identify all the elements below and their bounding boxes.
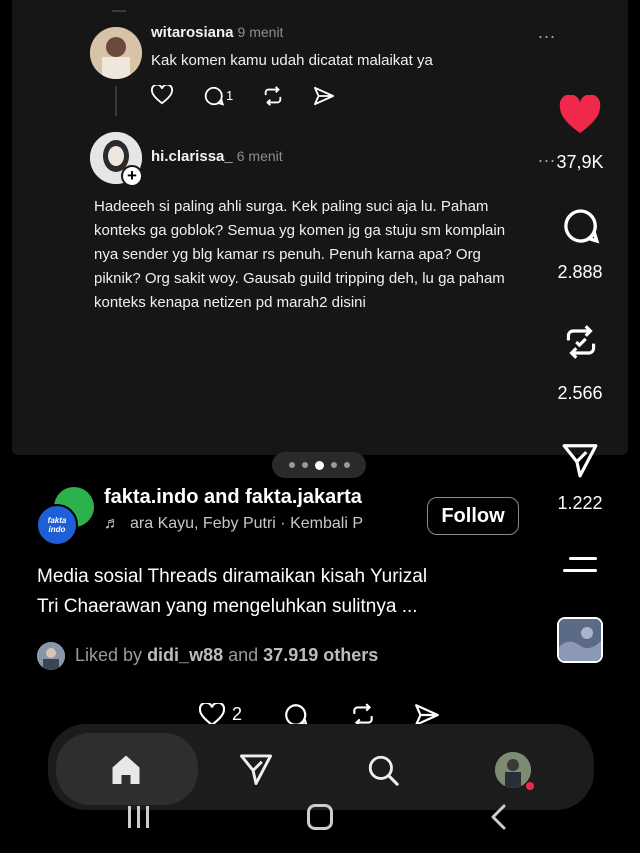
avatar-logo-text: fakta indo [47, 516, 67, 534]
follow-button[interactable]: Follow [427, 497, 519, 535]
post-caption[interactable]: Media sosial Threads diramaikan kisah Yu… [37, 562, 537, 622]
follow-plus-icon[interactable]: + [121, 165, 143, 187]
carousel-dot [301, 462, 308, 468]
liked-by-prefix: Liked by [75, 645, 143, 665]
profile-avatar[interactable] [495, 752, 531, 788]
notification-dot [526, 782, 534, 790]
comment-header: witarosiana 9 menit [151, 24, 283, 42]
home-system-icon[interactable] [307, 804, 333, 830]
post-author[interactable]: fakta.indo and fakta.jakarta [104, 486, 362, 509]
like-heart-icon[interactable] [557, 95, 603, 135]
comment-icon[interactable] [561, 206, 601, 246]
search-icon[interactable] [366, 753, 400, 787]
liked-by-and: and [228, 645, 259, 665]
like-count: 37,9K [556, 152, 604, 172]
send-icon[interactable] [561, 442, 599, 478]
comment-text-line: Hadeeeh si paling ahli surga. Kek paling… [94, 198, 489, 215]
home-icon[interactable] [108, 752, 144, 786]
small-like-count: 2 [232, 704, 243, 724]
comment-username[interactable]: witarosiana [151, 24, 234, 41]
thread-divider [112, 10, 126, 12]
comment-text-line: konteks ga goblok? Semua yg komen jg ga … [94, 222, 506, 239]
caption-line: Tri Chaerawan yang mengeluhkan sulitnya … [37, 596, 418, 617]
avatar [90, 27, 142, 79]
comment-text: Kak komen kamu udah dicatat malaikat ya [151, 52, 433, 69]
audio-title: ara Kayu, Feby Putri · Kembali P [130, 515, 363, 532]
repost-icon[interactable] [562, 320, 600, 364]
comment-time: 6 menit [236, 148, 283, 164]
reply-count: 1 [226, 88, 234, 103]
music-note-icon: ♬ [104, 515, 120, 532]
comment-count: 2.888 [557, 262, 603, 282]
carousel-dot [343, 462, 350, 468]
send-icon[interactable] [238, 753, 274, 785]
comment-header: hi.clarissa_ 6 menit [151, 148, 283, 166]
comment-username[interactable]: hi.clarissa_ [151, 148, 233, 165]
liker-avatar [37, 642, 65, 670]
audio-thumbnail[interactable] [557, 617, 603, 663]
liked-by-user[interactable]: didi_w88 [147, 645, 223, 665]
audio-info[interactable]: ♬ ara Kayu, Feby Putri · Kembali P [104, 515, 410, 533]
carousel-indicator [272, 452, 366, 478]
share-icon[interactable] [313, 86, 335, 106]
liked-by-others[interactable]: 37.919 others [263, 645, 378, 665]
comment-time: 9 menit [237, 24, 284, 40]
reply-icon[interactable] [203, 85, 225, 107]
share-count: 1.222 [557, 493, 603, 513]
back-icon[interactable] [490, 804, 508, 830]
heart-icon[interactable] [151, 85, 173, 105]
collab-avatar-front[interactable]: fakta indo [36, 504, 78, 546]
recent-apps-icon[interactable] [128, 806, 149, 828]
comment-text-line: piknik? Org sakit woy. Gausab guild trip… [94, 270, 505, 287]
repost-icon[interactable] [262, 85, 284, 107]
carousel-dot [288, 462, 295, 468]
thread-line [115, 86, 117, 116]
liked-by[interactable]: Liked by didi_w88 and 37.919 others [75, 645, 378, 666]
menu-icon[interactable] [563, 557, 597, 572]
comment-text-line: konteks kenapa netizen pd marah2 disini [94, 294, 366, 311]
more-icon[interactable]: ... [538, 22, 556, 43]
repost-count: 2.566 [557, 383, 603, 403]
comment-text: Hadeeeh si paling ahli surga. Kek paling… [94, 195, 564, 315]
caption-line: Media sosial Threads diramaikan kisah Yu… [37, 566, 428, 587]
carousel-dot [330, 462, 337, 468]
comment-text-line: nya sender yg blg kamar rs penuh. Penuh … [94, 246, 481, 263]
carousel-dot-active [314, 460, 324, 470]
